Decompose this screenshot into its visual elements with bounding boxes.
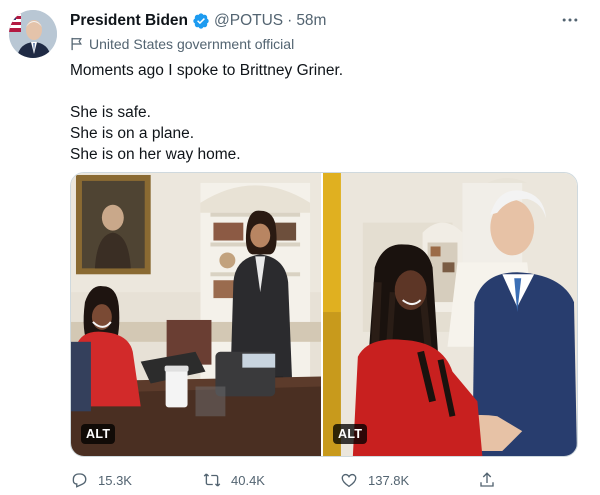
share-icon bbox=[480, 472, 494, 487]
tweet[interactable]: President Biden @POTUS · 58m United Stat… bbox=[0, 0, 600, 495]
tweet-line: Moments ago I spoke to Brittney Griner. bbox=[70, 62, 344, 79]
author-handle[interactable]: @POTUS bbox=[214, 12, 283, 30]
heart-icon bbox=[341, 473, 357, 488]
action-bar: 15.3K 40.4K 137.8K bbox=[70, 470, 500, 490]
tweet-line: She is safe. bbox=[70, 104, 151, 121]
government-label[interactable]: United States government official bbox=[70, 34, 294, 54]
retweet-button[interactable]: 40.4K bbox=[203, 471, 265, 489]
tweet-line: She is on her way home. bbox=[70, 146, 241, 163]
reply-icon bbox=[72, 473, 87, 488]
verified-badge-icon[interactable] bbox=[192, 12, 210, 30]
separator-dot: · bbox=[287, 12, 293, 29]
author-name[interactable]: President Biden bbox=[70, 12, 188, 30]
share-button[interactable] bbox=[478, 471, 506, 489]
avatar[interactable] bbox=[9, 10, 57, 58]
photo-embrace[interactable]: ALT bbox=[323, 173, 577, 456]
tweet-text: Moments ago I spoke to Brittney Griner. … bbox=[70, 60, 580, 165]
tweet-header: President Biden @POTUS · 58m bbox=[70, 10, 326, 32]
like-count: 137.8K bbox=[368, 472, 410, 488]
photo-oval-office-phone[interactable]: ALT bbox=[71, 173, 322, 456]
alt-badge[interactable]: ALT bbox=[81, 424, 116, 444]
tweet-line: She is on a plane. bbox=[70, 125, 195, 142]
reply-count: 15.3K bbox=[98, 472, 132, 488]
media-grid: ALT ALT bbox=[70, 172, 578, 457]
alt-badge[interactable]: ALT bbox=[333, 424, 368, 444]
retweet-count: 40.4K bbox=[231, 472, 265, 488]
reply-button[interactable]: 15.3K bbox=[70, 471, 132, 489]
retweet-icon bbox=[203, 473, 221, 487]
more-icon[interactable] bbox=[558, 10, 582, 30]
timestamp[interactable]: 58m bbox=[296, 12, 326, 30]
government-label-text: United States government official bbox=[89, 36, 295, 52]
tweet-line-blank bbox=[70, 81, 580, 102]
like-button[interactable]: 137.8K bbox=[340, 471, 409, 489]
flag-icon bbox=[71, 37, 82, 51]
